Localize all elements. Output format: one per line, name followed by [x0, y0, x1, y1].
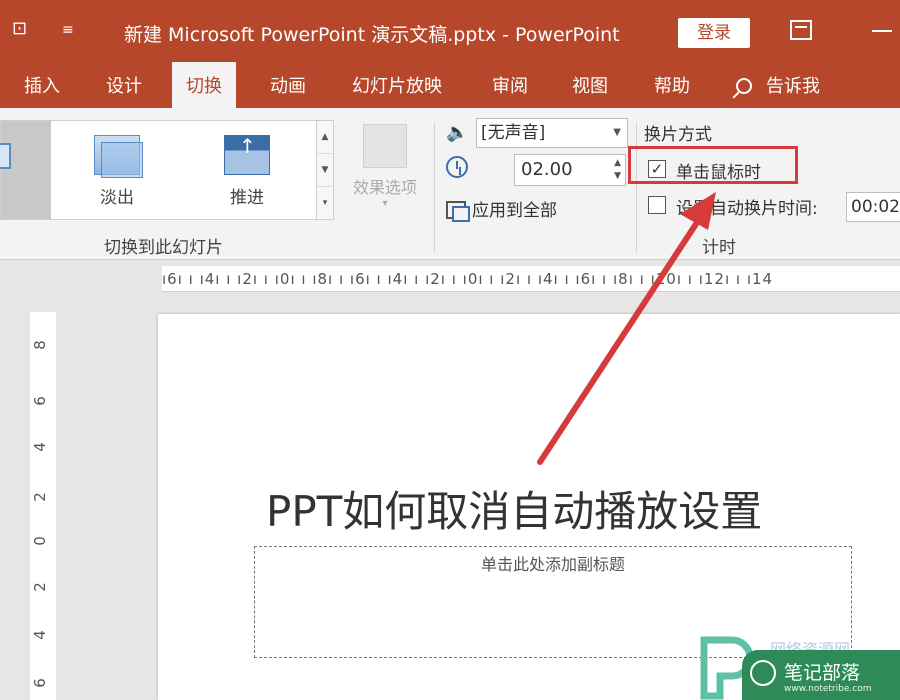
ribbon-display-options-icon[interactable] — [790, 20, 812, 40]
ruler-tick: 6 — [30, 396, 49, 406]
group-label-timing: 计时 — [702, 238, 736, 258]
watermark-name: 笔记部落 — [784, 662, 861, 684]
effect-options-button[interactable]: 效果选项 ▾ — [342, 120, 428, 220]
ruler-tick: 4 — [30, 442, 49, 452]
customize-quick-access-icon[interactable]: ≡ — [62, 22, 74, 38]
group-label-transition: 切换到此幻灯片 — [104, 238, 223, 258]
vertical-ruler: 8 6 4 2 0 2 4 6 — [30, 312, 56, 700]
ruler-tick: 0 — [30, 536, 49, 546]
auto-advance-label: 设置自动换片时间: — [676, 199, 818, 219]
sound-value: [无声音] — [481, 123, 546, 143]
transition-thumb-icon — [0, 143, 11, 169]
gallery-item-label: 淡出 — [100, 188, 134, 208]
tell-me-label: 告诉我 — [766, 76, 820, 97]
annotation-highlight-box — [628, 146, 798, 184]
push-icon — [224, 134, 270, 175]
group-divider — [636, 122, 637, 252]
subtitle-placeholder[interactable]: 单击此处添加副标题 — [254, 546, 852, 658]
tell-me-search[interactable]: 告诉我 — [736, 72, 820, 98]
transition-gallery: 淡出 推进 — [0, 120, 318, 220]
gallery-item-fade[interactable]: 淡出 — [77, 129, 157, 208]
duration-input[interactable]: 02.00 ▲ ▼ — [514, 154, 626, 186]
tab-animations[interactable]: 动画 — [270, 72, 306, 98]
ruler-tick: 6 — [30, 678, 49, 688]
scroll-down-icon[interactable]: ▼ — [317, 154, 333, 187]
ruler-tick: 2 — [30, 492, 49, 502]
gallery-item-label: 推进 — [230, 188, 264, 208]
scroll-up-icon[interactable]: ▲ — [317, 121, 333, 154]
effect-options-label: 效果选项 — [352, 178, 417, 197]
sound-icon: 🔈 — [446, 122, 469, 143]
effect-options-icon — [363, 124, 407, 168]
tab-view[interactable]: 视图 — [572, 72, 608, 98]
watermark-badge: 笔记部落 www.notetribe.com — [742, 650, 900, 700]
window-title: 新建 Microsoft PowerPoint 演示文稿.pptx - Powe… — [124, 24, 620, 46]
subtitle-placeholder-text: 单击此处添加副标题 — [480, 555, 625, 574]
ruler-tick: 2 — [30, 582, 49, 592]
login-button[interactable]: 登录 — [678, 18, 750, 48]
tab-insert[interactable]: 插入 — [24, 72, 60, 98]
auto-advance-time-input[interactable]: 00:02 — [846, 192, 900, 222]
group-divider — [434, 122, 435, 252]
gallery-item-push[interactable]: 推进 — [207, 129, 287, 208]
presenter-icon[interactable]: ⊡ — [12, 18, 27, 39]
gallery-more-icon[interactable]: ▾ — [317, 187, 333, 220]
chevron-down-icon: ▼ — [613, 127, 621, 138]
apply-all-label: 应用到全部 — [472, 201, 557, 221]
minimize-icon[interactable] — [872, 30, 892, 32]
title-bar: ⊡ ≡ 新建 Microsoft PowerPoint 演示文稿.pptx - … — [0, 0, 900, 62]
tab-help[interactable]: 帮助 — [654, 72, 690, 98]
clock-icon — [446, 156, 468, 178]
ruler-tick: 8 — [30, 340, 49, 350]
ruler-tick: 4 — [30, 630, 49, 640]
tab-slide-show[interactable]: 幻灯片放映 — [352, 72, 442, 98]
spinner-icon[interactable]: ▲ ▼ — [614, 157, 621, 183]
fade-icon — [94, 135, 143, 178]
slide-title[interactable]: PPT如何取消自动播放设置 — [266, 478, 762, 539]
duration-value: 02.00 — [521, 159, 573, 180]
gallery-scroll[interactable]: ▲ ▼ ▾ — [316, 120, 334, 220]
apply-to-all-button[interactable]: 应用到全部 — [446, 196, 557, 222]
tab-review[interactable]: 审阅 — [492, 72, 528, 98]
sound-select[interactable]: [无声音] ▼ — [476, 118, 628, 148]
advance-slide-label: 换片方式 — [644, 125, 712, 145]
ribbon-tabs: 插入 设计 切换 动画 幻灯片放映 审阅 视图 帮助 告诉我 — [0, 62, 900, 108]
auto-advance-checkbox[interactable] — [648, 196, 666, 214]
tab-transitions[interactable]: 切换 — [172, 62, 236, 108]
apply-all-icon — [446, 201, 470, 222]
gallery-item-selected[interactable] — [0, 121, 51, 219]
pencil-icon — [750, 660, 776, 686]
search-icon — [736, 78, 752, 94]
horizontal-ruler: ı6ı ı ı4ı ı ı2ı ı ı0ı ı ı8ı ı ı6ı ı ı4ı … — [162, 266, 900, 292]
watermark-url: www.notetribe.com — [784, 684, 872, 694]
tab-design[interactable]: 设计 — [106, 72, 142, 98]
ribbon-transitions: 淡出 推进 ▲ ▼ ▾ 效果选项 ▾ 切换到此幻灯片 🔈 [无声音] ▼ 02.… — [0, 108, 900, 260]
chevron-down-icon: ▾ — [382, 198, 388, 209]
